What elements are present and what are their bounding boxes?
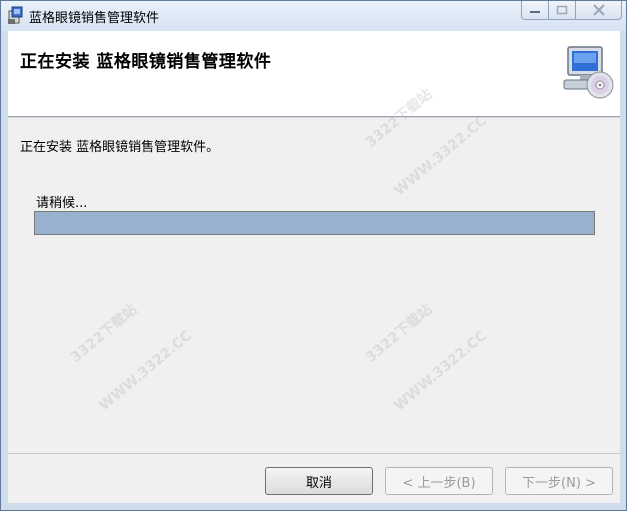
close-button[interactable] (576, 1, 622, 20)
title-bar[interactable]: 蓝格眼镜销售管理软件 (1, 1, 626, 31)
caption-buttons (521, 1, 622, 21)
watermark-text: WWW.3322.CC (391, 327, 490, 415)
computer-cd-icon (563, 46, 614, 99)
maximize-button[interactable] (549, 1, 576, 20)
back-button[interactable]: < 上一步(B) (385, 467, 493, 495)
watermark-text: WWW.3322.CC (96, 327, 195, 415)
minimize-icon (530, 11, 540, 13)
content-area: 正在安装 蓝格眼镜销售管理软件。 请稍候... 3322下载站 WWW.3322… (8, 87, 620, 453)
watermark-text: WWW.3322.CC (391, 112, 490, 200)
button-bar: 取消 < 上一步(B) 下一步(N) > (8, 453, 620, 503)
minimize-button[interactable] (521, 1, 549, 20)
status-text: 正在安装 蓝格眼镜销售管理软件。 (20, 140, 220, 155)
window-title: 蓝格眼镜销售管理软件 (29, 11, 160, 26)
progress-bar (34, 211, 595, 235)
maximize-icon (556, 5, 568, 15)
cancel-button[interactable]: 取消 (265, 467, 373, 495)
progress-bar-fill (35, 212, 594, 234)
watermark-text: 3322下载站 (67, 301, 141, 366)
header-band: 正在安装 蓝格眼镜销售管理软件 (8, 31, 620, 117)
watermark-text: 3322下载站 (362, 301, 436, 366)
installer-window: 蓝格眼镜销售管理软件 正在安装 蓝格眼镜销售管理软件 正在安装 蓝格眼镜销售管理… (0, 0, 627, 511)
installer-app-icon (8, 6, 23, 24)
wait-label: 请稍候... (36, 196, 88, 211)
next-button[interactable]: 下一步(N) > (505, 467, 613, 495)
close-icon (592, 4, 605, 16)
page-title: 正在安装 蓝格眼镜销售管理软件 (20, 52, 272, 72)
